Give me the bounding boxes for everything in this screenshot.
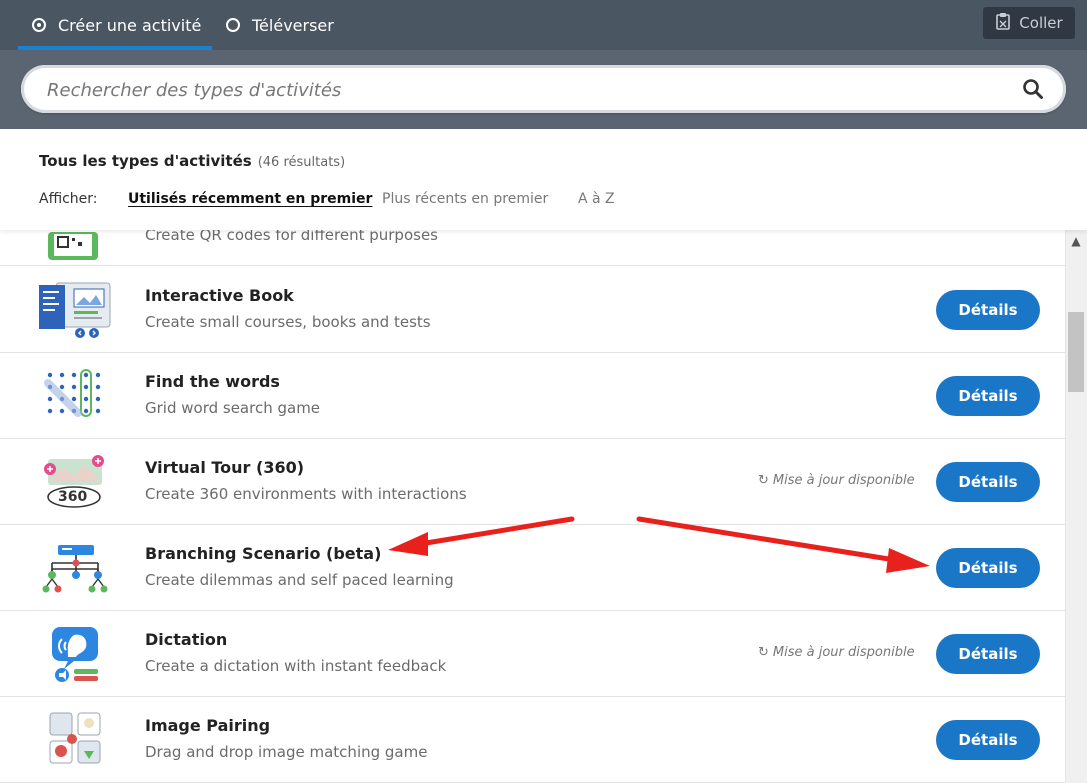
top-bar: Créer une activité Téléverser Coller (0, 0, 1087, 50)
refresh-icon: ↻ (758, 473, 769, 488)
sort-option-recent-used[interactable]: Utilisés récemment en premier (128, 191, 372, 207)
activity-description: Drag and drop image matching game (145, 743, 428, 761)
update-text: Mise à jour disponible (772, 473, 915, 488)
clipboard-icon (995, 12, 1011, 34)
list-item[interactable]: Find the words Grid word search game Dét… (0, 353, 1065, 439)
tab-label: Téléverser (252, 15, 334, 35)
results-title-text: Tous les types d'activités (39, 152, 252, 170)
list-item[interactable]: Branching Scenario (beta) Create dilemma… (0, 525, 1065, 611)
activity-description: Create a dictation with instant feedback (145, 657, 447, 675)
activity-title: Image Pairing (145, 716, 271, 735)
scroll-up-icon[interactable]: ▲ (1069, 234, 1083, 248)
activity-description: Create small courses, books and tests (145, 313, 431, 331)
update-text: Mise à jour disponible (772, 645, 915, 660)
branching-tree-icon (38, 539, 112, 597)
activity-title: Find the words (145, 372, 280, 391)
activity-description: Create 360 environments with interaction… (145, 485, 467, 503)
paste-button[interactable]: Coller (983, 7, 1075, 39)
results-title: Tous les types d'activités (46 résultats) (39, 152, 345, 170)
details-button[interactable]: Détails (936, 720, 1040, 760)
update-available-badge: ↻ Mise à jour disponible (758, 473, 915, 488)
virtual-tour-icon: 360 (38, 453, 112, 511)
search-box[interactable] (21, 65, 1066, 113)
sort-option-a-z[interactable]: A à Z (578, 191, 615, 207)
details-button[interactable]: Détails (936, 462, 1040, 502)
list-item[interactable]: Image Pairing Drag and drop image matchi… (0, 697, 1065, 783)
svg-text:360: 360 (58, 489, 87, 505)
activity-description: Create QR codes for different purposes (145, 230, 438, 244)
tab-upload[interactable]: Téléverser (226, 0, 334, 50)
radio-selected-icon (32, 18, 46, 32)
interactive-book-icon (38, 281, 112, 339)
activity-title: Branching Scenario (beta) (145, 544, 382, 563)
refresh-icon: ↻ (758, 645, 769, 660)
details-button[interactable]: Détails (936, 376, 1040, 416)
activity-description: Create dilemmas and self paced learning (145, 571, 454, 589)
results-header: Tous les types d'activités (46 résultats)… (0, 129, 1087, 230)
list-item[interactable]: Dictation Create a dictation with instan… (0, 611, 1065, 697)
activity-title: Virtual Tour (360) (145, 458, 305, 477)
activity-title: Interactive Book (145, 286, 294, 305)
details-button[interactable]: Détails (936, 634, 1040, 674)
paste-label: Coller (1019, 14, 1063, 32)
qr-code-icon (38, 230, 112, 262)
tab-label: Créer une activité (58, 15, 202, 35)
sort-option-newest[interactable]: Plus récents en premier (382, 191, 548, 207)
details-button[interactable]: Détails (936, 548, 1040, 588)
activity-list: Create QR codes for different purposes I… (0, 230, 1065, 783)
list-item[interactable]: Create QR codes for different purposes (0, 230, 1065, 266)
word-grid-icon (38, 367, 112, 425)
dictation-icon (38, 625, 112, 683)
activity-title: Dictation (145, 630, 228, 649)
activity-description: Grid word search game (145, 399, 321, 417)
radio-unselected-icon (226, 18, 240, 32)
update-available-badge: ↻ Mise à jour disponible (758, 645, 915, 660)
search-input[interactable] (45, 77, 1009, 103)
image-pairing-icon (38, 711, 112, 769)
tab-create-activity[interactable]: Créer une activité (32, 0, 201, 50)
sort-label: Afficher: (39, 191, 98, 207)
search-icon[interactable] (1022, 78, 1044, 104)
list-item[interactable]: 360 Virtual Tour (360) Create 360 enviro… (0, 439, 1065, 525)
scrollbar-thumb[interactable] (1068, 312, 1084, 392)
list-item[interactable]: Interactive Book Create small courses, b… (0, 267, 1065, 353)
results-count: (46 résultats) (257, 155, 346, 170)
details-button[interactable]: Détails (936, 290, 1040, 330)
